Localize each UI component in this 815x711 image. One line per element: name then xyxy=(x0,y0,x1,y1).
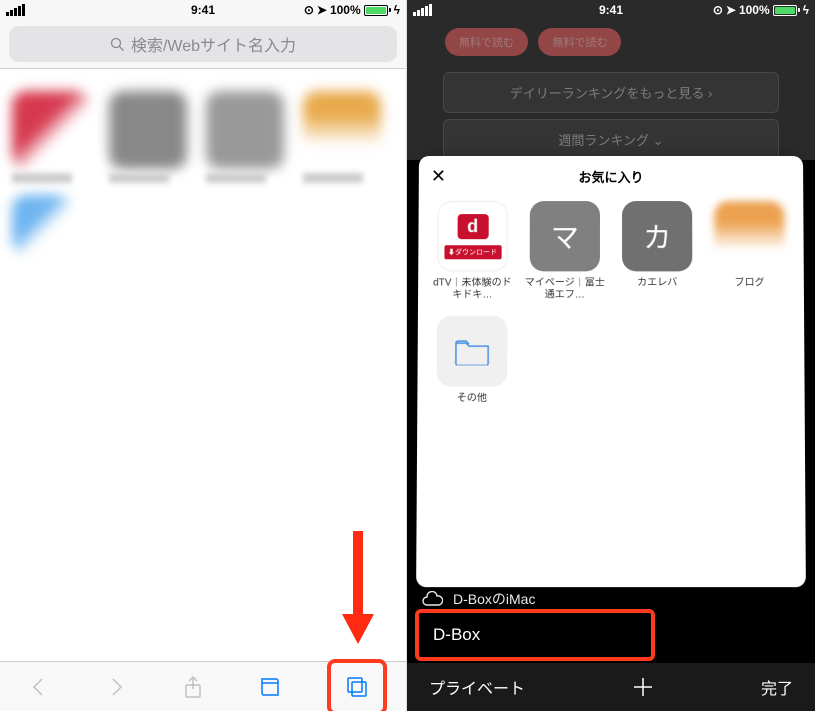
favorite-label: dTV｜未体験のドキドキ… xyxy=(432,277,512,301)
favorite-item-blog[interactable]: ブログ xyxy=(707,201,792,302)
location-icon: ➤ xyxy=(317,3,327,17)
search-icon xyxy=(110,37,125,52)
dbox-label: D-Box xyxy=(433,625,480,644)
location-icon: ➤ xyxy=(726,3,736,17)
chevron-right-icon: › xyxy=(708,86,712,101)
background-dimmed-page: 無料で読む 無料で読む デイリーランキングをもっと見る › 週間ランキング ⌄ xyxy=(407,0,815,160)
blog-icon xyxy=(714,201,785,271)
favorite-item-dtv[interactable]: d ⬇ダウンロード dTV｜未体験のドキドキ… xyxy=(430,201,515,302)
icloud-device-label: D-BoxのiMac xyxy=(453,589,535,609)
battery-percent: 100% xyxy=(739,3,770,17)
done-button[interactable]: 完了 xyxy=(761,675,793,699)
dtv-icon: d ⬇ダウンロード xyxy=(437,201,508,271)
favorite-thumb[interactable] xyxy=(303,91,394,183)
icloud-tabs-row[interactable]: D-BoxのiMac xyxy=(421,589,801,609)
favorite-thumb[interactable] xyxy=(109,91,200,183)
favorite-label: マイページ｜富士通エフ… xyxy=(525,277,605,301)
favorite-item-kaereba[interactable]: カ カエレバ xyxy=(615,201,699,302)
status-time: 9:41 xyxy=(599,3,623,17)
battery-icon xyxy=(364,5,391,16)
back-button[interactable] xyxy=(19,667,59,707)
tabs-button[interactable] xyxy=(337,667,377,707)
status-bar: 9:41 ⊙ ➤ 100% ϟ xyxy=(407,0,815,20)
status-bar: 9:41 ⊙ ➤ 100% ϟ xyxy=(0,0,406,20)
charging-icon: ϟ xyxy=(394,3,400,17)
chevron-down-icon: ⌄ xyxy=(653,133,664,148)
lock-rotation-icon: ⊙ xyxy=(713,3,723,17)
battery-icon xyxy=(773,5,800,16)
phone-right-tab-view: 無料で読む 無料で読む デイリーランキングをもっと見る › 週間ランキング ⌄ … xyxy=(407,0,815,711)
new-tab-button[interactable] xyxy=(632,676,654,698)
bookmarks-button[interactable] xyxy=(250,667,290,707)
search-placeholder: 検索/Webサイト名入力 xyxy=(131,32,296,56)
favorite-label: カエレバ xyxy=(617,277,697,289)
safari-toolbar xyxy=(0,661,406,711)
dbox-tab-highlight[interactable]: D-Box xyxy=(415,609,655,661)
charging-icon: ϟ xyxy=(803,3,809,17)
favorite-item-mypage[interactable]: マ マイページ｜富士通エフ… xyxy=(523,201,607,302)
favorites-title: お気に入り xyxy=(578,167,643,186)
search-input[interactable]: 検索/Webサイト名入力 xyxy=(9,26,397,62)
cloud-icon xyxy=(421,591,443,607)
search-bar-container: 検索/Webサイト名入力 xyxy=(0,20,406,69)
folder-icon xyxy=(437,316,508,387)
bg-chip: 無料で読む xyxy=(445,28,528,56)
favorite-thumb[interactable] xyxy=(12,195,103,255)
lock-rotation-icon: ⊙ xyxy=(304,3,314,17)
private-button[interactable]: プライベート xyxy=(429,675,525,699)
letter-icon: マ xyxy=(530,201,600,271)
bg-row: 週間ランキング ⌄ xyxy=(443,119,779,160)
phone-left-safari-start: 9:41 ⊙ ➤ 100% ϟ 検索/Webサイト名入力 xyxy=(0,0,407,711)
favorite-item-folder[interactable]: その他 xyxy=(429,316,514,405)
favorites-grid xyxy=(0,69,406,277)
bg-row: デイリーランキングをもっと見る › xyxy=(443,72,779,113)
tabs-button-highlight xyxy=(327,659,387,711)
favorites-panel: ✕ お気に入り d ⬇ダウンロード dTV｜未体験のドキドキ… マ マイページ｜… xyxy=(416,156,806,587)
favorite-thumb[interactable] xyxy=(12,91,103,183)
letter-icon: カ xyxy=(622,201,692,271)
forward-button[interactable] xyxy=(96,667,136,707)
download-icon: ⬇ xyxy=(448,249,455,256)
bg-chip: 無料で読む xyxy=(538,28,621,56)
favorite-label: ブログ xyxy=(709,277,789,289)
close-button[interactable]: ✕ xyxy=(431,166,446,187)
favorite-label: その他 xyxy=(431,393,512,405)
favorites-grid-right: d ⬇ダウンロード dTV｜未体験のドキドキ… マ マイページ｜富士通エフ… カ… xyxy=(429,201,792,405)
tab-view-toolbar: プライベート 完了 xyxy=(407,663,815,711)
status-time: 9:41 xyxy=(191,3,215,17)
favorite-thumb[interactable] xyxy=(206,91,297,183)
share-button[interactable] xyxy=(173,667,213,707)
battery-percent: 100% xyxy=(330,3,361,17)
signal-icon xyxy=(6,4,25,16)
signal-icon xyxy=(413,4,432,16)
arrow-annotation xyxy=(338,526,378,651)
